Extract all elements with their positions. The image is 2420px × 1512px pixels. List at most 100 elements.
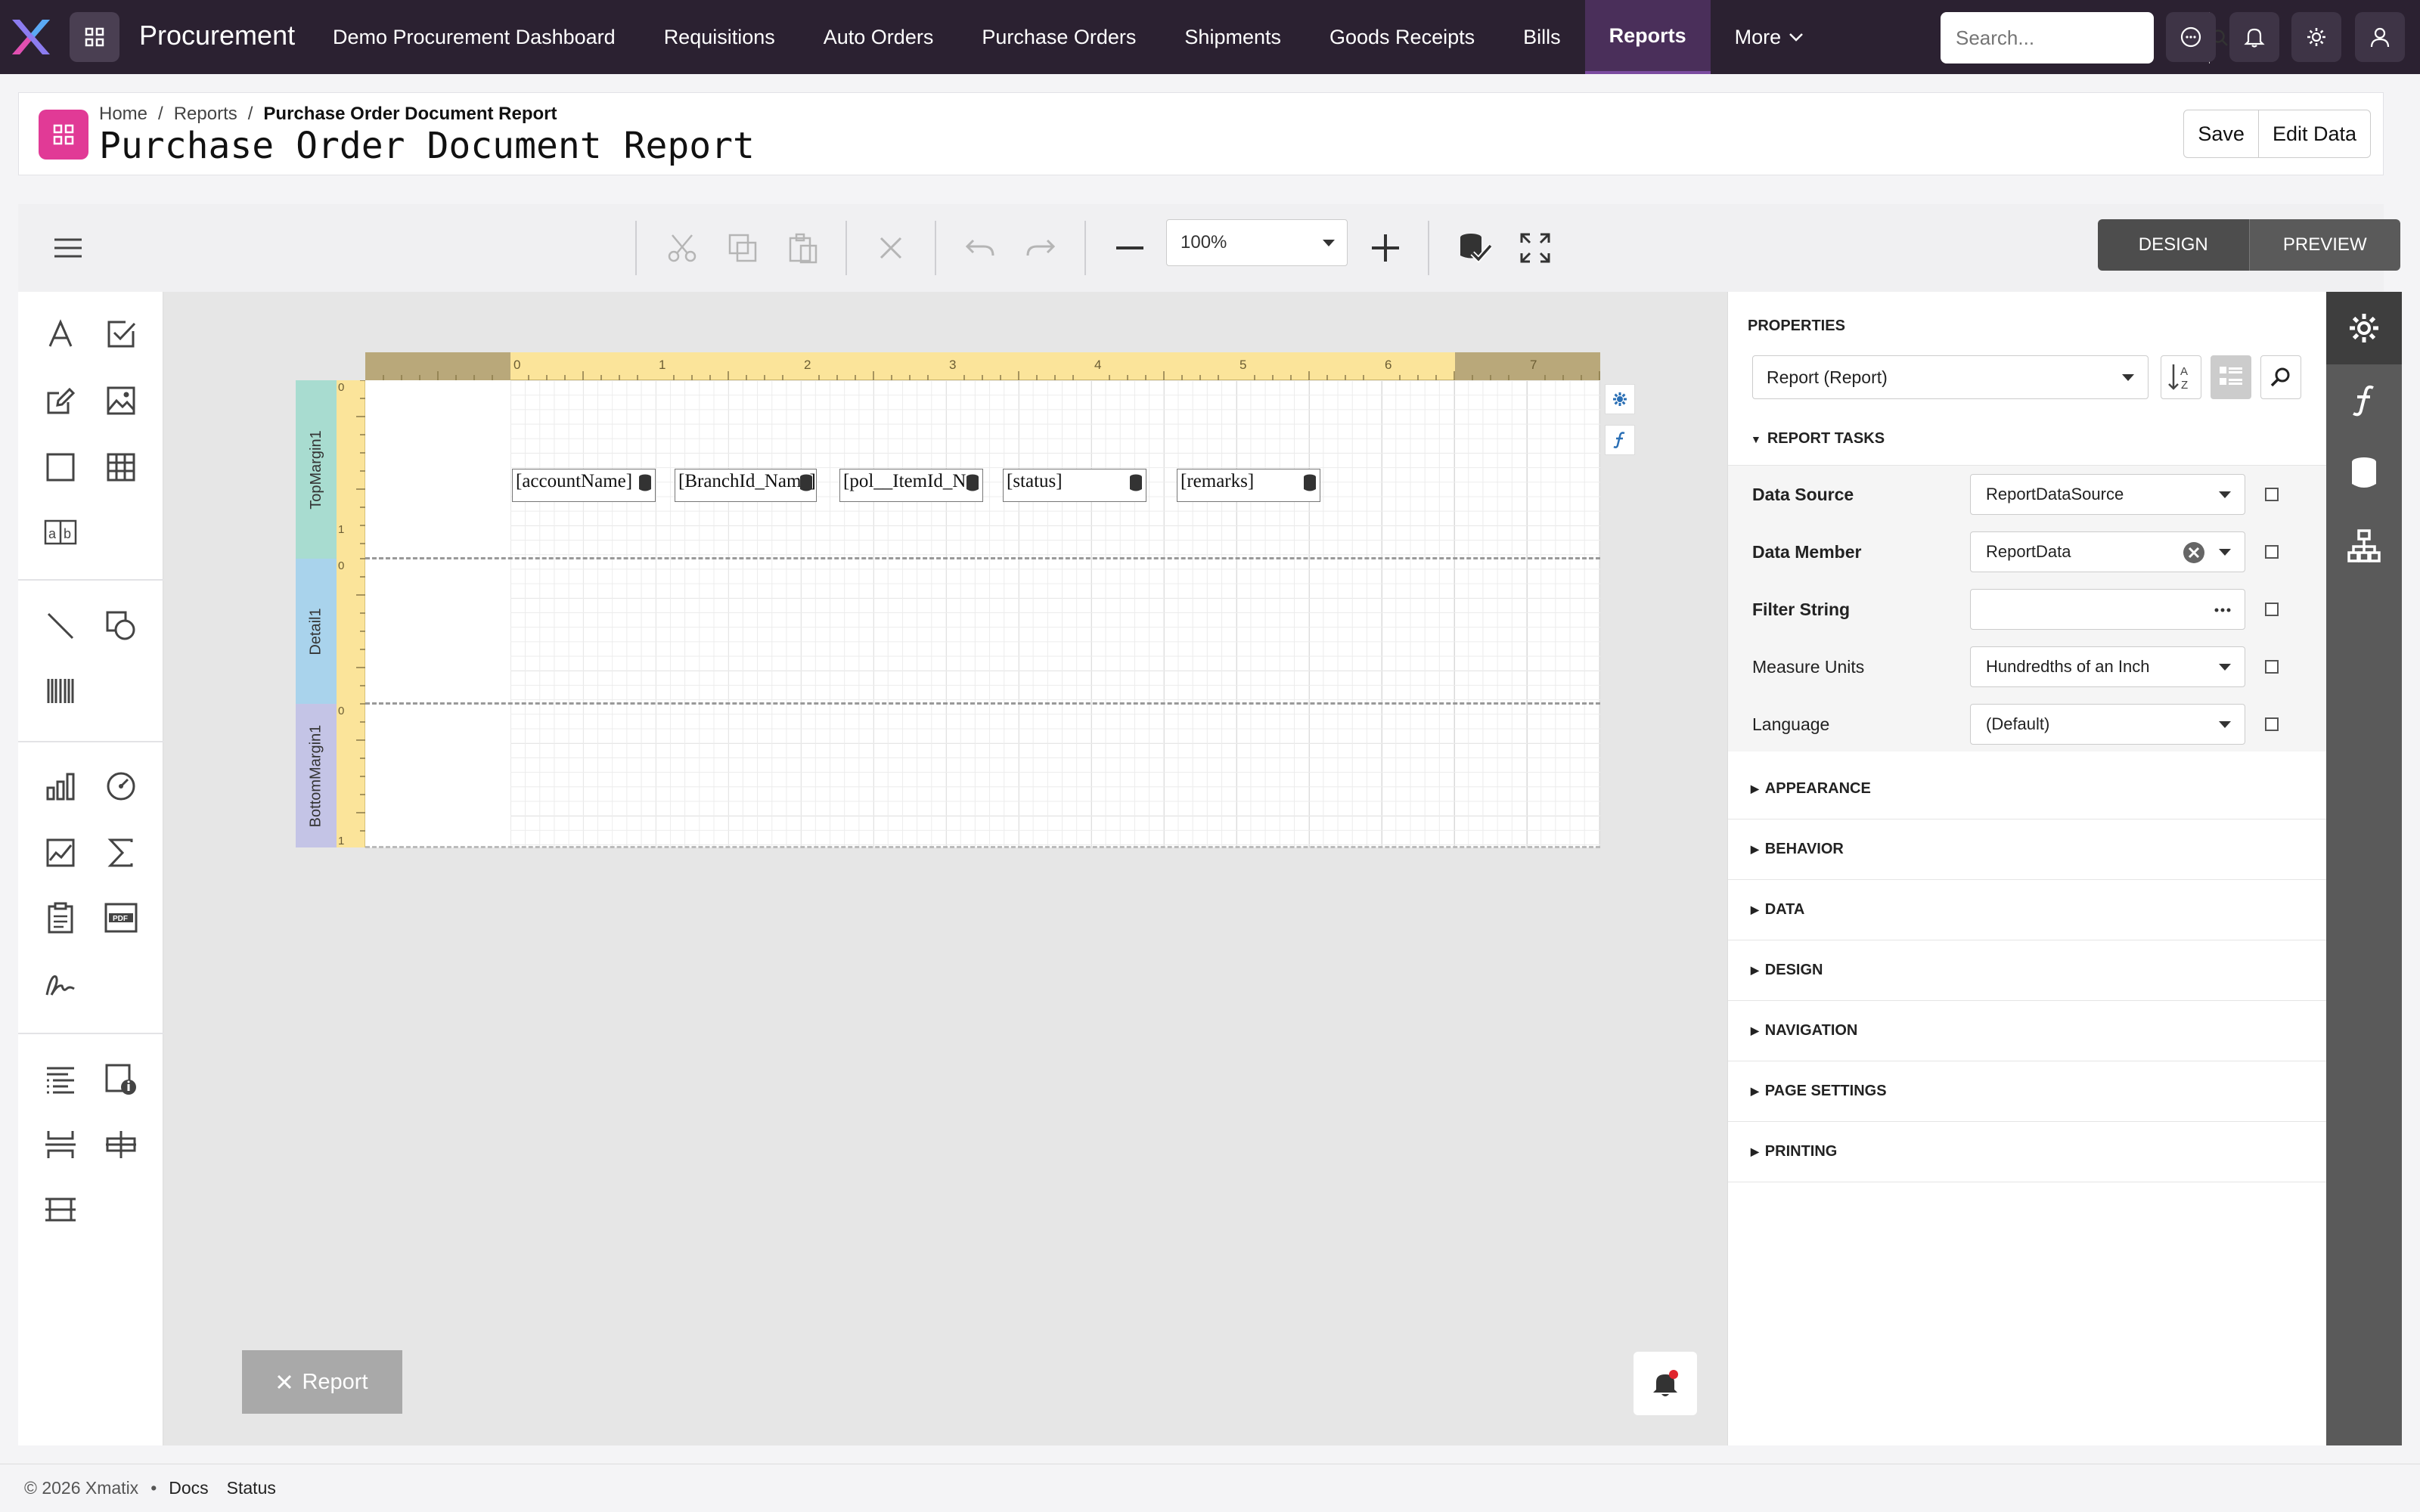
- section-behavior[interactable]: ▶ BEHAVIOR: [1728, 820, 2327, 880]
- subreport-tool[interactable]: [39, 897, 82, 939]
- design-mode-button[interactable]: DESIGN: [2098, 219, 2249, 271]
- settings-button[interactable]: [2291, 12, 2341, 62]
- signature-tool[interactable]: [39, 963, 82, 1005]
- data-member-value: ReportData: [1986, 542, 2071, 561]
- breadcrumb-home[interactable]: Home: [99, 104, 147, 125]
- property-marker-checkbox[interactable]: [2265, 660, 2279, 674]
- panel-tool[interactable]: [39, 446, 82, 488]
- section-page-settings[interactable]: ▶ PAGE SETTINGS: [1728, 1061, 2327, 1122]
- properties-tab[interactable]: [2326, 292, 2402, 364]
- chart-tool[interactable]: [39, 765, 82, 807]
- language-select[interactable]: (Default): [1970, 704, 2245, 745]
- chat-button[interactable]: [2166, 12, 2216, 62]
- svg-text:b: b: [64, 526, 71, 541]
- label-tool[interactable]: [39, 313, 82, 355]
- nav-item-shipments[interactable]: Shipments: [1160, 0, 1305, 74]
- nav-item-bills[interactable]: Bills: [1499, 0, 1585, 74]
- zoom-out-button[interactable]: [1109, 227, 1151, 269]
- property-search-button[interactable]: [2260, 355, 2301, 399]
- copy-button[interactable]: [721, 227, 764, 269]
- barcode-tool[interactable]: [39, 670, 82, 712]
- docs-link[interactable]: Docs: [169, 1478, 208, 1498]
- notifications-button[interactable]: [2229, 12, 2279, 62]
- section-design[interactable]: ▶ DESIGN: [1728, 940, 2327, 1001]
- cut-button[interactable]: [661, 227, 703, 269]
- band-detail[interactable]: Detail1: [296, 559, 337, 704]
- app-logo-icon[interactable]: [8, 17, 53, 57]
- field-remarks-text: [remarks]: [1181, 471, 1255, 491]
- delete-button[interactable]: [870, 227, 912, 269]
- summary-tool[interactable]: [100, 832, 142, 874]
- apps-grid-button[interactable]: [70, 12, 119, 62]
- page-break-tool[interactable]: [39, 1123, 82, 1166]
- save-button[interactable]: Save: [2184, 110, 2258, 157]
- shape-tool[interactable]: [100, 605, 142, 647]
- table-tool[interactable]: [100, 446, 142, 488]
- validate-bindings-button[interactable]: [1454, 227, 1496, 269]
- band-top-margin-label: TopMargin1: [307, 429, 324, 510]
- breadcrumb-reports[interactable]: Reports: [174, 104, 237, 125]
- field-list-tab[interactable]: [2326, 437, 2402, 510]
- notification-bell-button[interactable]: [1634, 1352, 1697, 1415]
- section-data[interactable]: ▶ DATA: [1728, 880, 2327, 940]
- measure-units-select[interactable]: Hundredths of an Inch: [1970, 646, 2245, 687]
- field-branch-id-name[interactable]: [BranchId_Name]: [675, 469, 817, 502]
- data-source-select[interactable]: ReportDataSource: [1970, 474, 2245, 515]
- checkbox-tool[interactable]: [100, 313, 142, 355]
- nav-item-auto-orders[interactable]: Auto Orders: [799, 0, 958, 74]
- preview-mode-button[interactable]: PREVIEW: [2248, 219, 2400, 271]
- group-by-category-button[interactable]: [2211, 355, 2251, 399]
- sparkline-tool[interactable]: [39, 832, 82, 874]
- property-marker-checkbox[interactable]: [2265, 488, 2279, 501]
- band-top-margin[interactable]: TopMargin1: [296, 380, 337, 559]
- line-tool[interactable]: [39, 605, 82, 647]
- menu-button[interactable]: [47, 227, 89, 269]
- property-marker-checkbox[interactable]: [2265, 545, 2279, 559]
- report-tab-button[interactable]: Report: [242, 1350, 402, 1414]
- field-account-name[interactable]: [accountName]: [512, 469, 656, 502]
- redo-button[interactable]: [1019, 227, 1062, 269]
- page-info-tool[interactable]: [100, 1058, 142, 1101]
- report-settings-button[interactable]: [1605, 384, 1635, 414]
- section-navigation[interactable]: ▶ NAVIGATION: [1728, 1001, 2327, 1061]
- user-menu-button[interactable]: [2355, 12, 2405, 62]
- paste-button[interactable]: [782, 227, 824, 269]
- property-marker-checkbox[interactable]: [2265, 603, 2279, 616]
- report-expressions-button[interactable]: [1605, 425, 1635, 455]
- fullscreen-button[interactable]: [1514, 227, 1556, 269]
- nav-item-dashboard[interactable]: Demo Procurement Dashboard: [309, 0, 640, 74]
- nav-item-reports[interactable]: Reports: [1584, 0, 1711, 74]
- field-item-id-name[interactable]: [pol__ItemId_N: [839, 469, 983, 502]
- picture-tool[interactable]: [100, 380, 142, 422]
- field-remarks[interactable]: [remarks]: [1177, 469, 1320, 502]
- cross-band-box-tool[interactable]: [39, 1188, 82, 1231]
- section-report-tasks[interactable]: ▼ REPORT TASKS: [1728, 413, 2327, 466]
- field-status[interactable]: [status]: [1003, 469, 1146, 502]
- zoom-in-button[interactable]: [1364, 227, 1407, 269]
- nav-item-purchase-orders[interactable]: Purchase Orders: [957, 0, 1160, 74]
- section-printing[interactable]: ▶ PRINTING: [1728, 1122, 2327, 1182]
- object-selector[interactable]: Report (Report): [1752, 355, 2149, 399]
- report-page[interactable]: [365, 380, 1600, 847]
- pdf-content-tool[interactable]: PDF: [100, 897, 142, 939]
- section-appearance[interactable]: ▶ APPEARANCE: [1728, 759, 2327, 820]
- zoom-select[interactable]: 100%: [1166, 219, 1348, 266]
- edit-data-button[interactable]: Edit Data: [2257, 110, 2370, 157]
- table-of-contents-tool[interactable]: [39, 1058, 82, 1101]
- data-member-select[interactable]: ReportData: [1970, 531, 2245, 572]
- richtext-tool[interactable]: [39, 380, 82, 422]
- status-link[interactable]: Status: [227, 1478, 276, 1498]
- nav-item-requisitions[interactable]: Requisitions: [640, 0, 799, 74]
- character-comb-tool[interactable]: ab: [39, 511, 82, 553]
- undo-button[interactable]: [959, 227, 1001, 269]
- expressions-tab[interactable]: [2326, 364, 2402, 437]
- filter-string-input[interactable]: [1970, 589, 2245, 630]
- band-bottom-margin[interactable]: BottomMargin1: [296, 704, 337, 847]
- property-marker-checkbox[interactable]: [2265, 717, 2279, 731]
- report-explorer-tab[interactable]: [2326, 510, 2402, 582]
- cross-band-line-tool[interactable]: [100, 1123, 142, 1166]
- gauge-tool[interactable]: [100, 765, 142, 807]
- nav-item-goods-receipts[interactable]: Goods Receipts: [1305, 0, 1499, 74]
- sort-alphabetically-button[interactable]: AZ: [2161, 355, 2201, 399]
- nav-item-more[interactable]: More: [1711, 0, 1829, 74]
